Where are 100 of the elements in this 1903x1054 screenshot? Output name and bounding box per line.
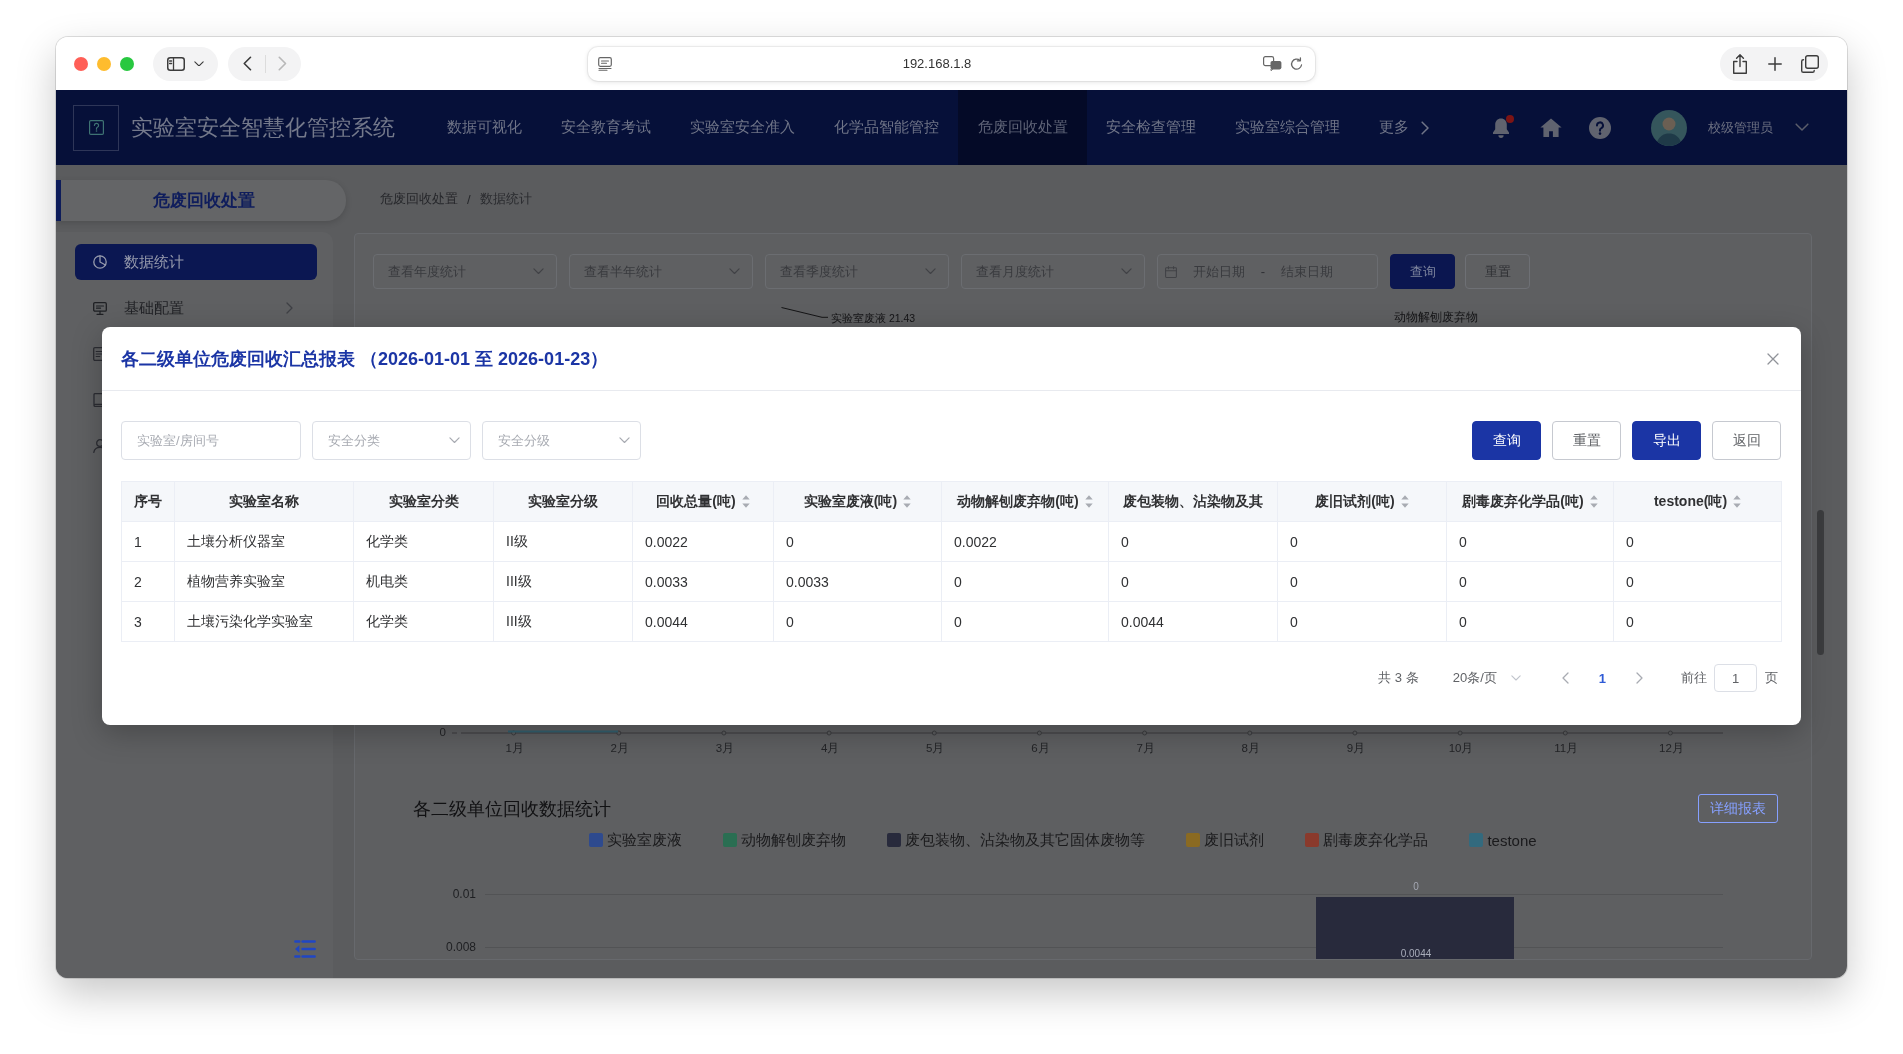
chevron-down-icon xyxy=(1510,675,1521,681)
chevron-down-icon xyxy=(619,437,630,444)
sidebar-button[interactable] xyxy=(153,46,218,81)
page-size-select[interactable]: 20条/页 xyxy=(1452,669,1521,687)
legend-item[interactable]: 废旧试剂 xyxy=(1186,830,1265,850)
column-header[interactable]: 剧毒废弃化学品(吨) xyxy=(1446,481,1614,522)
table-cell: 化学类 xyxy=(353,521,494,562)
breadcrumb-separator: / xyxy=(467,191,471,207)
sidebar-title: 危废回收处置 xyxy=(56,180,346,221)
back-icon[interactable] xyxy=(243,56,252,71)
sort-icon[interactable] xyxy=(1084,495,1093,508)
table-cell: 0.0022 xyxy=(632,521,774,562)
data-label: 0 xyxy=(1412,881,1420,893)
monitor-icon xyxy=(93,301,107,315)
table-cell: 0.0044 xyxy=(1108,601,1278,642)
speech-bubbles-icon[interactable] xyxy=(1262,56,1282,71)
column-header: 序号 xyxy=(121,481,175,522)
app-title: 实验室安全智慧化管控系统 xyxy=(131,113,395,142)
legend-item[interactable]: testone xyxy=(1469,831,1537,849)
modal-title: 各二级单位危废回收汇总报表 （2026-01-01 至 2026-01-23） xyxy=(121,347,609,371)
column-header[interactable]: 动物解刨废弃物(吨) xyxy=(941,481,1109,522)
image-placeholder-icon xyxy=(88,120,104,135)
nav-link[interactable]: 实验室安全准入 xyxy=(670,90,815,165)
column-header[interactable]: 实验室废液(吨) xyxy=(773,481,942,522)
total-count: 共 3 条 xyxy=(1378,669,1419,687)
nav-link[interactable]: 实验室综合管理 xyxy=(1215,90,1360,165)
reload-icon[interactable] xyxy=(1289,56,1303,71)
squares-icon[interactable] xyxy=(1801,54,1819,73)
legend-item[interactable]: 动物解刨废弃物 xyxy=(723,830,847,850)
table-cell: 0 xyxy=(1446,521,1614,562)
chevron-right-icon xyxy=(1420,120,1429,135)
page-number[interactable]: 1 xyxy=(1598,670,1606,686)
address-bar[interactable]: 192.168.1.8 xyxy=(587,46,1315,81)
legend-item[interactable]: 废包装物、沾染物及其它固体废物等 xyxy=(887,830,1146,850)
page-lines-icon[interactable] xyxy=(597,56,612,71)
scrollbar-thumb[interactable] xyxy=(1817,510,1824,655)
table-cell: 土壤分析仪器室 xyxy=(174,521,354,562)
chevron-down-icon xyxy=(925,268,936,275)
sort-icon[interactable] xyxy=(1733,495,1742,508)
table-cell: 0 xyxy=(1277,601,1447,642)
share-icon[interactable] xyxy=(1732,53,1748,74)
user-name[interactable]: 校级管理员 xyxy=(1708,118,1773,137)
page-suffix: 页 xyxy=(1765,669,1778,687)
table-cell: 0 xyxy=(1613,561,1782,602)
sidebar-item[interactable]: 数据统计 xyxy=(75,244,317,280)
window-minimize-icon[interactable] xyxy=(97,56,111,71)
column-header[interactable]: testone(吨) xyxy=(1613,481,1782,522)
column-header[interactable]: 回收总量(吨) xyxy=(632,481,774,522)
action-button[interactable]: 查询 xyxy=(1472,421,1541,460)
column-header: 废包装物、沾染物及其 xyxy=(1108,481,1278,522)
table-cell: 0.0033 xyxy=(632,561,774,602)
nav-link[interactable]: 安全教育考试 xyxy=(541,90,671,165)
action-button[interactable]: 导出 xyxy=(1632,421,1701,460)
select-field[interactable]: 安全分级 xyxy=(482,421,641,460)
table-cell: 0 xyxy=(773,601,942,642)
nav-link[interactable]: 化学品智能管控 xyxy=(814,90,959,165)
nav-link[interactable]: 危废回收处置 xyxy=(958,90,1087,165)
legend-item[interactable]: 剧毒废弃化学品 xyxy=(1305,830,1429,850)
table-cell: 0 xyxy=(941,561,1109,602)
page-input[interactable]: 1 xyxy=(1714,664,1757,692)
plus-icon[interactable] xyxy=(1767,56,1782,71)
sort-icon[interactable] xyxy=(903,495,912,508)
calendar-icon xyxy=(1165,265,1177,278)
legend-item[interactable]: 实验室废液 xyxy=(589,830,683,850)
table-cell: 0 xyxy=(1613,601,1782,642)
table-cell: 0.0044 xyxy=(632,601,774,642)
window-close-icon[interactable] xyxy=(74,56,88,71)
help-icon[interactable] xyxy=(1589,116,1611,139)
sidebar-item[interactable]: 基础配置 xyxy=(75,290,317,326)
bell-icon[interactable] xyxy=(1491,116,1511,139)
sort-icon[interactable] xyxy=(1400,495,1409,508)
chevron-down-icon xyxy=(449,437,460,444)
close-icon[interactable] xyxy=(1767,352,1779,365)
table-cell: 0 xyxy=(1277,561,1447,602)
home-icon[interactable] xyxy=(1540,118,1562,137)
chevron-down-icon xyxy=(729,268,740,275)
table-cell: 0 xyxy=(1108,561,1278,602)
sort-icon[interactable] xyxy=(1589,495,1598,508)
table-cell: 2 xyxy=(121,561,175,602)
action-button[interactable]: 查询 xyxy=(1390,254,1455,289)
goto-label: 前往 xyxy=(1681,669,1707,687)
table-cell: II级 xyxy=(493,521,633,562)
column-header[interactable]: 废旧试剂(吨) xyxy=(1277,481,1447,522)
select-field[interactable]: 安全分类 xyxy=(312,421,471,460)
detail-report-button[interactable]: 详细报表 xyxy=(1698,794,1778,823)
window-maximize-icon[interactable] xyxy=(120,56,134,71)
nav-link[interactable]: 更多 xyxy=(1359,90,1449,165)
sidebar-icon xyxy=(167,56,185,71)
nav-link[interactable]: 安全检查管理 xyxy=(1086,90,1216,165)
nav-link[interactable]: 数据可视化 xyxy=(428,90,542,165)
table-cell: 0 xyxy=(1446,601,1614,642)
table-cell: 土壤污染化学实验室 xyxy=(174,601,354,642)
axis-label: 4月 xyxy=(820,741,840,755)
action-button[interactable]: 重置 xyxy=(1552,421,1621,460)
chevron-down-icon xyxy=(194,60,204,67)
search-input[interactable]: 实验室/房间号 xyxy=(121,421,301,460)
table-cell: 0 xyxy=(1613,521,1782,562)
avatar-icon[interactable] xyxy=(1651,109,1687,146)
sort-icon[interactable] xyxy=(741,495,750,508)
action-button[interactable]: 返回 xyxy=(1712,421,1781,460)
